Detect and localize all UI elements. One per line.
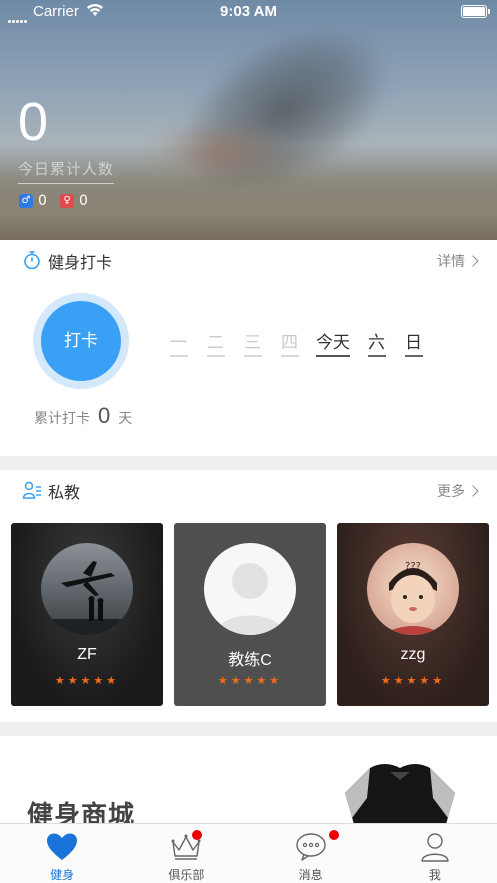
checkin-total-prefix: 累计打卡: [34, 411, 90, 427]
stopwatch-icon: [24, 251, 40, 270]
trainer-rating: ★★★★★: [217, 674, 283, 687]
tab-club[interactable]: 俱乐部: [124, 824, 248, 883]
trainers-header: 私教 更多: [0, 470, 497, 510]
trainer-name: zzg: [400, 646, 426, 663]
checkin-title: 健身打卡: [48, 253, 113, 272]
trainer-rating: ★★★★★: [54, 674, 120, 687]
female-icon: ♀: [60, 194, 74, 208]
tab-messages[interactable]: 消息: [249, 824, 373, 883]
tab-fitness[interactable]: 健身: [0, 824, 124, 883]
checkin-header: 健身打卡 详情: [0, 240, 497, 280]
checkin-button[interactable]: 打卡: [41, 301, 121, 381]
battery-icon: [461, 5, 490, 18]
male-count: 0: [38, 193, 47, 209]
tab-me[interactable]: 我: [373, 824, 497, 883]
today-count-label: 今日累计人数: [18, 158, 114, 184]
trainer-card[interactable]: ??? zzg ★★★★★: [337, 523, 489, 706]
hero-banner: Carrier 9:03 AM 0 今日累计人数 ♂ 0 ♀ 0: [0, 0, 497, 240]
person-icon: [421, 833, 449, 862]
screen: Carrier 9:03 AM 0 今日累计人数 ♂ 0 ♀ 0 健身打卡 详情…: [0, 0, 497, 883]
trainer-name: ZF: [77, 646, 97, 663]
tab-me-label: 我: [428, 868, 441, 882]
female-count: 0: [79, 193, 88, 209]
today-count: 0: [18, 92, 49, 152]
tab-club-label: 俱乐部: [168, 868, 205, 882]
day-today: 今天: [308, 328, 358, 358]
checkin-ring: 打卡: [33, 293, 129, 389]
checkin-total-suffix: 天: [118, 411, 133, 427]
tab-fitness-label: 健身: [50, 868, 75, 882]
day-tue: 二: [197, 328, 234, 358]
trainer-avatar: ???: [367, 543, 459, 635]
checkin-total-value: 0: [98, 403, 111, 428]
trainer-rating: ★★★★★: [380, 674, 446, 687]
checkin-details-link[interactable]: 详情: [437, 251, 477, 271]
female-stat: ♀ 0: [60, 193, 88, 209]
heart-icon: [47, 833, 78, 860]
day-sun: 日: [395, 328, 432, 358]
trainer-list-icon: [22, 481, 41, 499]
day-wed: 三: [234, 328, 271, 358]
tab-bar: 健身 俱乐部 消息 我: [0, 823, 497, 883]
trainer-avatar: [41, 543, 133, 635]
trainer-card[interactable]: 教练C ★★★★★: [174, 523, 326, 706]
messages-badge: [328, 830, 339, 840]
trainers-more-link[interactable]: 更多: [437, 481, 477, 501]
trainers-title: 私教: [48, 483, 81, 502]
default-avatar-icon: [204, 543, 296, 635]
trainer-card[interactable]: ZF ★★★★★: [11, 523, 163, 706]
avatar-overlay-text: ???: [405, 561, 421, 572]
male-stat: ♂ 0: [19, 193, 47, 209]
clock: 9:03 AM: [220, 3, 277, 20]
male-icon: ♂: [19, 194, 33, 208]
airplane-photo: [41, 561, 133, 635]
day-thu: 四: [271, 328, 308, 358]
status-bar: Carrier 9:03 AM: [0, 0, 497, 24]
chat-bubble-icon: [295, 833, 326, 861]
checkin-total: 累计打卡 0 天: [34, 403, 132, 429]
trainer-name: 教练C: [228, 652, 272, 669]
checkin-card: 健身打卡 详情 打卡 一 二 三 四 今天 六 日 累计打卡 0 天: [0, 240, 497, 456]
day-sat: 六: [358, 328, 395, 358]
week-days: 一 二 三 四 今天 六 日: [160, 328, 432, 358]
trainers-card: 私教 更多 ZF ★★★★★ 教练C ★★★★★ ??? zzg ★★★★★: [0, 470, 497, 722]
tab-messages-label: 消息: [298, 868, 323, 882]
day-mon: 一: [160, 328, 197, 358]
